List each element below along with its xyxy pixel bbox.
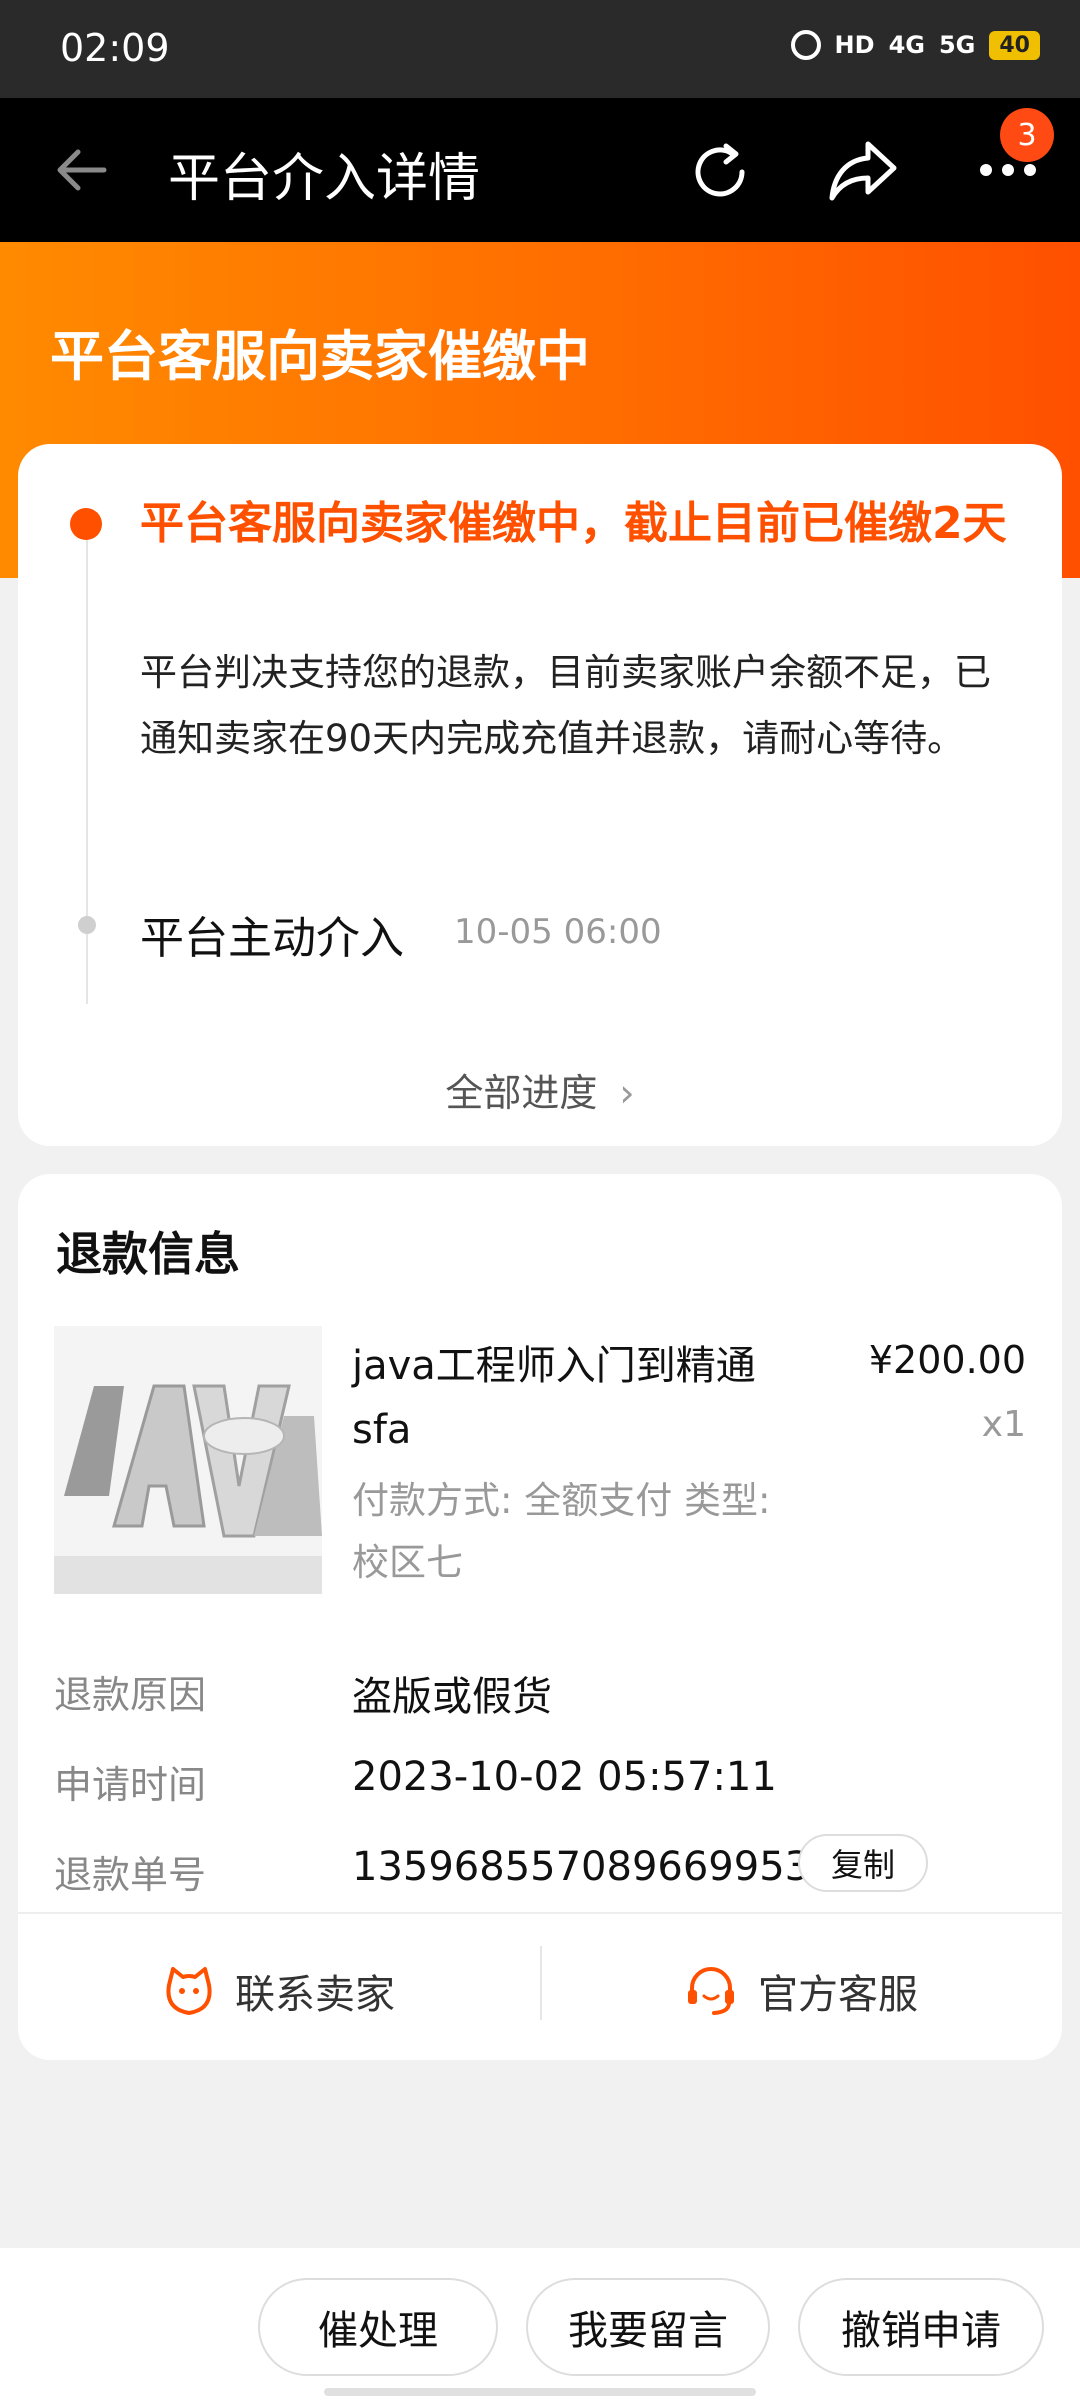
status-icons: HD 4G 5G 40: [790, 30, 1040, 60]
product-meta: 付款方式: 全额支付 类型: 校区七: [352, 1479, 771, 1584]
refund-reason-row: 退款原因 盗版或假货: [54, 1664, 1034, 1724]
alarm-clock-icon: [790, 30, 821, 60]
leave-message-button[interactable]: 我要留言: [526, 2278, 770, 2376]
divider: [18, 1912, 1062, 1914]
product-price: ¥200.00: [868, 1338, 1026, 1382]
refund-info-card: 退款信息 java工程师入门到精通sfa ¥200.00 x1 付款方式: 全额…: [18, 1174, 1062, 2060]
seller-face-icon: [166, 1967, 212, 2015]
product-image[interactable]: [54, 1326, 322, 1594]
progress-step-description: 平台判决支持您的退款，目前卖家账户余额不足，已通知卖家在90天内完成充值并退款，…: [140, 651, 991, 760]
official-service-button[interactable]: 官方客服: [540, 1936, 1062, 2046]
copy-button[interactable]: 复制: [798, 1834, 928, 1892]
refund-number-row: 退款单号 1359685570896699534 复制: [54, 1834, 1034, 1904]
home-indicator[interactable]: [324, 2388, 756, 2396]
battery-icon: 40: [989, 30, 1040, 60]
page-title: 平台介入详情: [168, 149, 481, 209]
back-arrow-icon[interactable]: [54, 142, 110, 198]
urge-button[interactable]: 催处理: [258, 2278, 498, 2376]
info-label: 申请时间: [54, 1763, 207, 1807]
info-value: 盗版或假货: [352, 1674, 552, 1720]
banner-title: 平台客服向卖家催缴中: [50, 325, 590, 388]
hd-icon: HD: [834, 31, 875, 59]
status-bar: 02:09 HD 4G 5G 40: [0, 0, 1080, 98]
share-icon[interactable]: [828, 138, 898, 204]
progress-step-title: 平台客服向卖家催缴中，截止目前已催缴2天: [140, 498, 1007, 549]
contact-seller-button[interactable]: 联系卖家: [18, 1936, 540, 2046]
timeline-dot-active: [70, 508, 102, 540]
contact-seller-label: 联系卖家: [235, 1972, 395, 2018]
refresh-icon[interactable]: [686, 138, 754, 206]
apply-time-row: 申请时间 2023-10-02 05:57:11: [54, 1754, 1034, 1814]
official-service-label: 官方客服: [758, 1972, 918, 2018]
timeline-dot: [78, 916, 96, 934]
all-progress-link[interactable]: 全部进度 ›: [18, 1062, 1062, 1117]
product-name[interactable]: java工程师入门到精通sfa: [352, 1334, 802, 1462]
notification-badge: 3: [1000, 108, 1054, 162]
progress-card: 平台客服向卖家催缴中，截止目前已催缴2天 平台判决支持您的退款，目前卖家账户余额…: [18, 444, 1062, 1146]
nav-bar: 平台介入详情 3: [0, 98, 1080, 242]
bottom-action-bar: 催处理 我要留言 撤销申请: [0, 2248, 1080, 2400]
5g-signal-icon: 5G: [938, 31, 976, 59]
4g-signal-icon: 4G: [888, 31, 925, 59]
section-heading: 退款信息: [56, 1227, 240, 1281]
progress-step-title: 平台主动介入: [140, 913, 404, 964]
info-label: 退款单号: [54, 1853, 207, 1897]
product-quantity: x1: [981, 1404, 1026, 1445]
info-value: 2023-10-02 05:57:11: [352, 1754, 777, 1800]
info-value: 1359685570896699534: [352, 1844, 836, 1890]
all-progress-label: 全部进度: [445, 1071, 598, 1115]
progress-step-time: 10-05 06:00: [454, 912, 662, 952]
cancel-application-button[interactable]: 撤销申请: [798, 2278, 1044, 2376]
info-label: 退款原因: [54, 1673, 207, 1717]
chevron-right-icon: ›: [619, 1071, 635, 1115]
status-time: 02:09: [60, 26, 170, 70]
headset-icon: [688, 1967, 734, 2015]
